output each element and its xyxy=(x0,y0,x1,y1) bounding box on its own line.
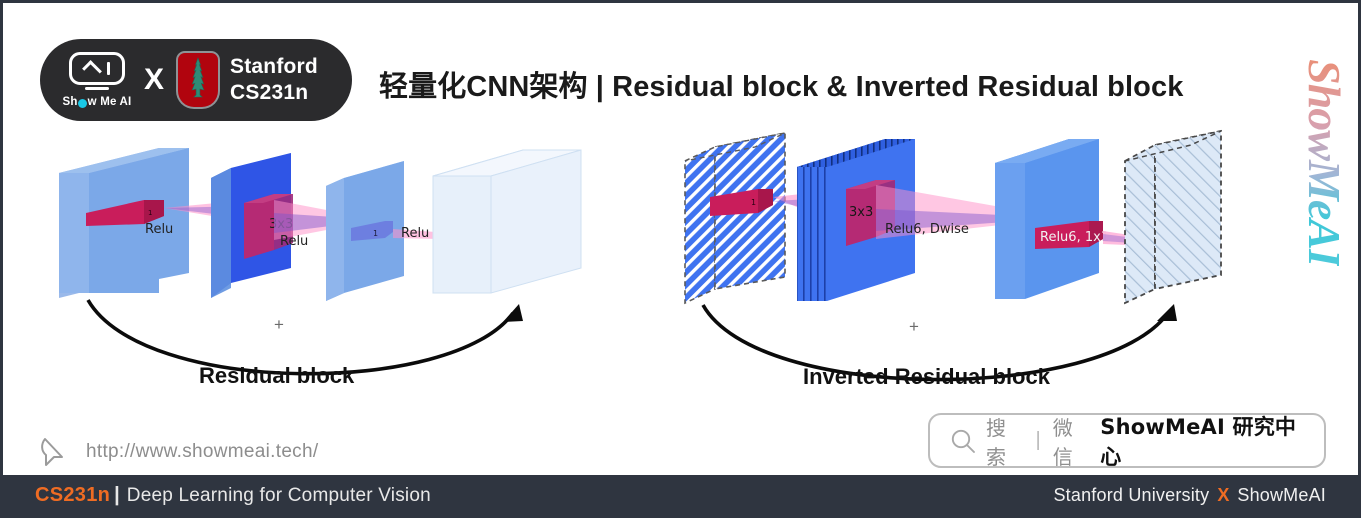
footer-pipe: | xyxy=(114,483,120,506)
inverted-input-block xyxy=(684,132,786,305)
showmeai-vertical-watermark: ShowMeAI xyxy=(1296,37,1352,287)
search-brand: ShowMeAI 研究中心 xyxy=(1100,414,1297,469)
inverted-relu6-1x1-label: Relu6, 1x1 xyxy=(1040,230,1109,245)
logo-word-right: w Me AI xyxy=(87,96,132,108)
residual-block-diagram: 1 Relu 3x3 Relu xyxy=(59,148,582,376)
residual-output-block xyxy=(432,149,582,294)
inverted-output-block xyxy=(1124,129,1222,305)
showmeai-logo: Sh w Me AI xyxy=(60,52,134,108)
svg-text:1: 1 xyxy=(751,198,756,207)
skip-connection-arrowhead xyxy=(503,304,523,322)
stanford-tree-icon xyxy=(191,57,205,98)
footer-x: X xyxy=(1217,484,1230,505)
slide-canvas: Sh w Me AI X Stanford CS231n 轻量化CNN架构 | R… xyxy=(0,0,1361,518)
wechat-search-pill[interactable]: 搜索 | 微信 ShowMeAI 研究中心 xyxy=(928,413,1326,469)
page-title: 轻量化CNN架构 | Residual block & Inverted Res… xyxy=(379,71,1184,103)
badge-title: Stanford CS231n xyxy=(230,54,318,105)
stanford-tree-shield-icon xyxy=(178,53,219,107)
badge-line-1: Stanford xyxy=(230,55,318,79)
inverted-plus-symbol: + xyxy=(909,317,919,336)
badge-line-2: CS231n xyxy=(230,81,309,104)
search-channel: 微信 xyxy=(1052,415,1073,469)
inverted-residual-block-caption: Inverted Residual block xyxy=(803,364,1050,389)
svg-text:1: 1 xyxy=(148,209,152,217)
residual-relu-1: Relu xyxy=(145,222,173,237)
residual-plus-symbol: + xyxy=(274,315,284,334)
footer-course-code: CS231n xyxy=(35,483,111,506)
magnifier-icon xyxy=(951,429,975,453)
site-url-row: http://www.showmeai.tech/ xyxy=(38,435,318,469)
logo-dot-icon xyxy=(78,98,88,108)
inverted-relu6-dwise-label: Relu6, Dwise xyxy=(885,222,969,237)
svg-text:3x3: 3x3 xyxy=(849,205,873,220)
footer-bar: CS231n | Deep Learning for Computer Visi… xyxy=(3,475,1358,515)
residual-relu-2: Relu xyxy=(280,234,308,249)
logo-word-left: Sh xyxy=(62,96,78,108)
showme-ai-monitor-icon xyxy=(69,52,125,85)
footer-partner: ShowMeAI xyxy=(1237,484,1326,505)
inverted-projection-block xyxy=(995,139,1099,299)
cursor-arrow-icon xyxy=(41,438,63,466)
svg-text:1: 1 xyxy=(373,229,378,238)
residual-block-caption: Residual block xyxy=(199,363,355,388)
site-url-text[interactable]: http://www.showmeai.tech/ xyxy=(86,441,318,463)
showmeai-logo-text: Sh w Me AI xyxy=(63,96,132,108)
footer-left: CS231n | Deep Learning for Computer Visi… xyxy=(35,484,431,507)
course-badge: Sh w Me AI X Stanford CS231n xyxy=(40,39,352,121)
footer-course-name: Deep Learning for Computer Vision xyxy=(126,484,431,506)
search-separator: | xyxy=(1035,429,1041,451)
watermark-text: ShowMeAI xyxy=(1298,58,1350,266)
inverted-skip-arrowhead xyxy=(1157,304,1177,321)
bar-icon xyxy=(106,62,111,75)
badge-x-label: X xyxy=(144,63,165,96)
footer-right: Stanford University X ShowMeAI xyxy=(1053,485,1326,506)
residual-relu-3: Relu xyxy=(401,226,429,241)
search-label: 搜索 xyxy=(986,415,1006,469)
caret-icon xyxy=(81,60,102,80)
footer-org: Stanford University xyxy=(1053,484,1210,505)
